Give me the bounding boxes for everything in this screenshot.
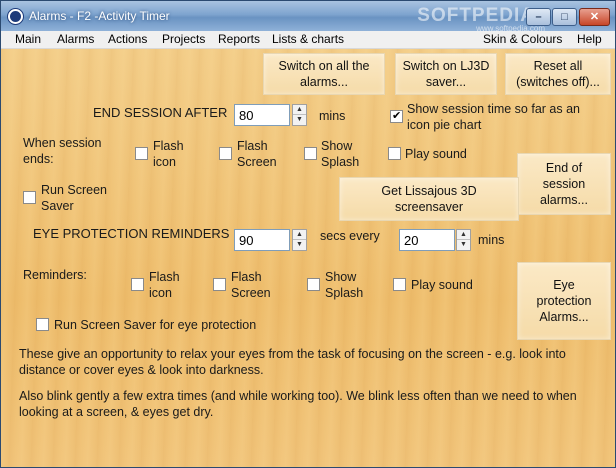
eye-play-sound-checkbox[interactable]: [393, 278, 406, 291]
eye-reminder-seconds-spinner[interactable]: ▲ ▼: [292, 229, 307, 251]
button-label-line1: Switch on LJ3D: [402, 59, 490, 73]
end-session-minutes-spinner[interactable]: ▲ ▼: [292, 104, 307, 126]
maximize-button[interactable]: □: [552, 8, 577, 26]
show-pie-chart-checkbox[interactable]: [390, 109, 403, 123]
title-bar[interactable]: Alarms - F2 -Activity Timer SOFTPEDIA ww…: [1, 1, 615, 33]
when-session-ends-label-1: When session: [23, 136, 102, 150]
eye-show-splash-checkbox[interactable]: [307, 278, 320, 291]
switch-on-all-alarms-button[interactable]: Switch on all the alarms...: [263, 53, 385, 95]
button-label-line1: Get Lissajous 3D: [381, 184, 477, 198]
get-lissajous-screensaver-button[interactable]: Get Lissajous 3D screensaver: [339, 177, 519, 221]
spin-down-icon[interactable]: ▼: [457, 240, 470, 250]
switch-on-lj3d-saver-button[interactable]: Switch on LJ3D saver...: [395, 53, 497, 95]
show-pie-chart-label-1: Show session time so far as an: [407, 102, 580, 116]
session-play-sound-checkbox[interactable]: [388, 147, 401, 160]
eye-flash-screen-checkbox[interactable]: [213, 278, 226, 291]
end-of-session-alarms-button[interactable]: End of session alarms...: [517, 153, 611, 215]
menu-alarms[interactable]: Alarms: [57, 32, 94, 46]
eye-run-screen-saver-label: Run Screen Saver for eye protection: [54, 318, 257, 332]
session-show-splash-label-2: Splash: [321, 155, 360, 169]
menu-bar: Main Alarms Actions Projects Reports Lis…: [1, 31, 615, 49]
run-screen-saver-label-1: Run Screen: [41, 183, 108, 197]
spin-down-icon[interactable]: ▼: [293, 240, 306, 250]
eye-mins-label: mins: [478, 233, 505, 247]
session-flash-screen-label-2: Screen: [237, 155, 277, 169]
menu-main[interactable]: Main: [15, 32, 41, 46]
eye-flash-screen-label-1: Flash: [231, 270, 262, 284]
eye-show-splash-label-1: Show: [325, 270, 357, 284]
button-label-line1: End of: [545, 161, 583, 175]
menu-actions[interactable]: Actions: [108, 32, 147, 46]
session-play-sound-label: Play sound: [405, 147, 467, 161]
spin-up-icon[interactable]: ▲: [457, 230, 470, 240]
session-flash-screen-checkbox[interactable]: [219, 147, 232, 160]
eye-play-sound-label: Play sound: [411, 278, 473, 292]
info-paragraph-1-line-1: These give an opportunity to relax your …: [19, 347, 566, 361]
session-flash-icon-label-1: Flash: [153, 139, 184, 153]
button-label-line3: Alarms...: [539, 310, 589, 324]
when-session-ends-label-2: ends:: [23, 152, 54, 166]
button-label-line1: Reset all: [533, 59, 583, 73]
reminders-label: Reminders:: [23, 268, 87, 282]
button-label-line2: screensaver: [394, 200, 464, 214]
show-pie-chart-label-2: icon pie chart: [407, 118, 482, 132]
info-paragraph-2-line-1: Also blink gently a few extra times (and…: [19, 389, 577, 403]
end-session-minutes-input[interactable]: 80: [234, 104, 290, 126]
session-flash-screen-label-1: Flash: [237, 139, 268, 153]
window-title: Alarms - F2 -Activity Timer: [29, 9, 170, 23]
app-window: Alarms - F2 -Activity Timer SOFTPEDIA ww…: [0, 0, 616, 468]
session-show-splash-checkbox[interactable]: [304, 147, 317, 160]
menu-skin-colours[interactable]: Skin & Colours: [483, 32, 562, 46]
button-label-line3: alarms...: [540, 193, 588, 207]
run-screen-saver-checkbox[interactable]: [23, 191, 36, 204]
spin-up-icon[interactable]: ▲: [293, 105, 306, 115]
button-label-line2: alarms...: [300, 75, 348, 89]
session-flash-icon-label-2: icon: [153, 155, 176, 169]
app-icon: [8, 9, 23, 24]
button-label-line2: protection: [536, 294, 592, 308]
menu-help[interactable]: Help: [577, 32, 602, 46]
menu-reports[interactable]: Reports: [218, 32, 260, 46]
eye-reminder-minutes-spinner[interactable]: ▲ ▼: [456, 229, 471, 251]
info-paragraph-2-line-2: looking at a screen, & eyes get dry.: [19, 405, 214, 419]
reset-all-button[interactable]: Reset all (switches off)...: [505, 53, 611, 95]
session-show-splash-label-1: Show: [321, 139, 353, 153]
close-button[interactable]: ✕: [579, 8, 610, 26]
spin-up-icon[interactable]: ▲: [293, 230, 306, 240]
spin-down-icon[interactable]: ▼: [293, 115, 306, 125]
alarms-panel: Switch on all the alarms... Switch on LJ…: [1, 49, 615, 467]
eye-reminder-minutes-input[interactable]: 20: [399, 229, 455, 251]
info-paragraph-1-line-2: distance or cover eyes & look into darkn…: [19, 363, 264, 377]
minimize-button[interactable]: –: [526, 8, 551, 26]
button-label-line2: (switches off)...: [516, 75, 600, 89]
eye-run-screen-saver-checkbox[interactable]: [36, 318, 49, 331]
eye-flash-icon-label-1: Flash: [149, 270, 180, 284]
button-label-line1: Switch on all the: [278, 59, 370, 73]
menu-projects[interactable]: Projects: [162, 32, 205, 46]
eye-show-splash-label-2: Splash: [325, 286, 364, 300]
button-label-line1: Eye: [553, 278, 575, 292]
button-label-line2: session: [542, 177, 586, 191]
end-session-after-label: END SESSION AFTER: [93, 105, 228, 120]
eye-protection-reminders-label: EYE PROTECTION REMINDERS: [33, 226, 230, 241]
run-screen-saver-label-2: Saver: [41, 199, 74, 213]
button-label-line2: saver...: [425, 75, 467, 89]
session-flash-icon-checkbox[interactable]: [135, 147, 148, 160]
eye-flash-screen-label-2: Screen: [231, 286, 271, 300]
eye-flash-icon-checkbox[interactable]: [131, 278, 144, 291]
eye-protection-alarms-button[interactable]: Eye protection Alarms...: [517, 262, 611, 340]
menu-lists-charts[interactable]: Lists & charts: [272, 32, 344, 46]
eye-reminder-seconds-input[interactable]: 90: [234, 229, 290, 251]
secs-every-label: secs every: [320, 229, 380, 243]
eye-flash-icon-label-2: icon: [149, 286, 172, 300]
end-session-unit: mins: [319, 109, 346, 123]
